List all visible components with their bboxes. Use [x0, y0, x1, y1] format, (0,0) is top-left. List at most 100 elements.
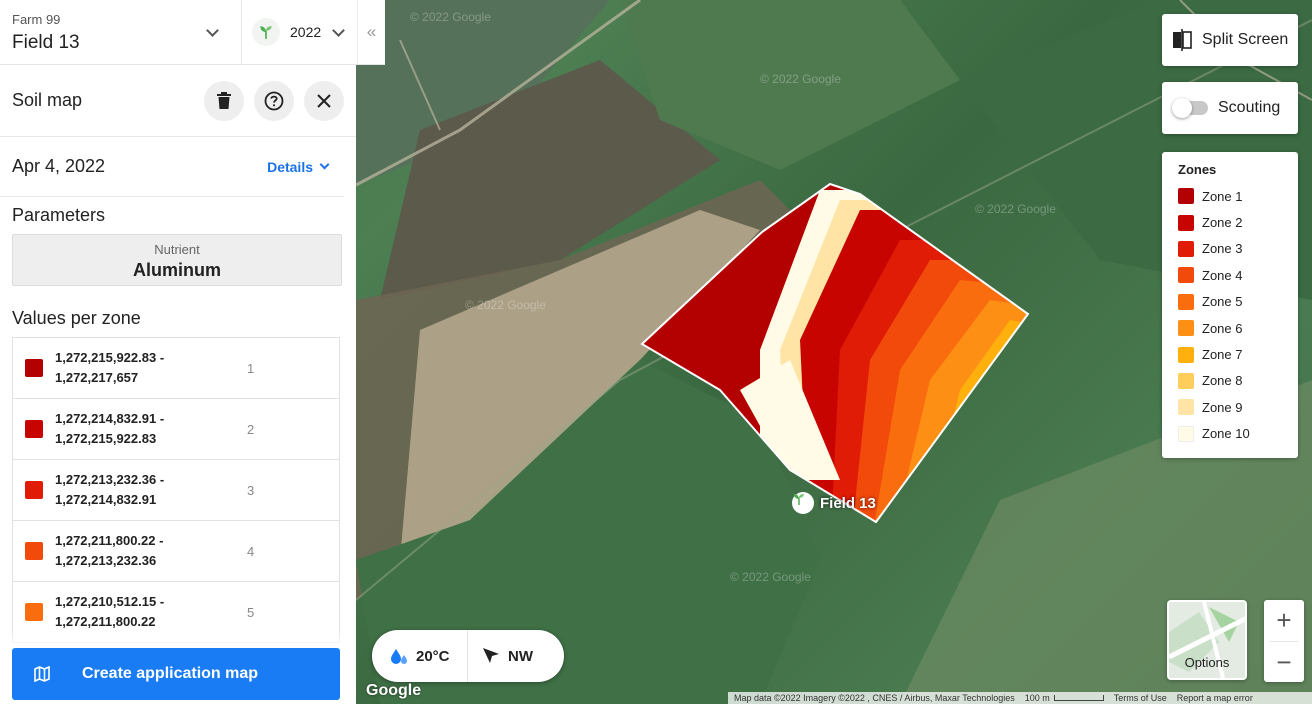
map-watermark: © 2022 Google [410, 10, 491, 24]
panel-header: Soil map [0, 65, 356, 137]
legend-title: Zones [1178, 162, 1217, 177]
zone-index: 5 [247, 604, 255, 620]
toggle-knob [1172, 98, 1192, 118]
season-year: 2022 [290, 24, 322, 40]
soil-map-panel: Soil map Apr 4, 2022 Details Parameters … [0, 65, 356, 704]
split-screen-button[interactable]: Split Screen [1162, 14, 1298, 66]
legend-item: Zone 6 [1178, 315, 1282, 341]
legend-swatch [1178, 425, 1194, 442]
map-icon [34, 666, 50, 682]
zones-legend: Zones Zone 1 Zone 2 Zone 3 Zone 4 Zone 5… [1162, 152, 1298, 458]
zone-index: 1 [247, 360, 255, 376]
close-button[interactable] [304, 80, 344, 121]
sprout-icon [252, 18, 280, 46]
zone-range: 1,272,213,232.36 -1,272,214,832.91 [55, 472, 165, 507]
minus-icon: − [1276, 647, 1292, 677]
zoom-in-button[interactable]: + [1264, 600, 1304, 641]
details-toggle[interactable]: Details [267, 158, 330, 175]
zone-row: 1,272,213,232.36 -1,272,214,832.91 3 [13, 460, 339, 521]
create-application-map-button[interactable]: Create application map [12, 648, 340, 700]
report-map-error-link[interactable]: Report a map error [1177, 693, 1253, 703]
help-button[interactable] [254, 80, 294, 121]
chevron-down-icon [319, 159, 330, 170]
legend-swatch [1178, 399, 1194, 416]
field-name: Field 13 [12, 32, 80, 53]
legend-swatch [1178, 293, 1194, 310]
map-watermark: © 2022 Google [465, 298, 546, 312]
legend-item: Zone 5 [1178, 289, 1282, 315]
scouting-toggle[interactable]: Scouting [1162, 82, 1298, 134]
zone-range: 1,272,215,922.83 -1,272,217,657 [55, 350, 165, 385]
legend-item: Zone 7 [1178, 341, 1282, 367]
zone-range: 1,272,210,512.15 -1,272,211,800.22 [55, 594, 165, 629]
nutrient-selector[interactable]: Nutrient Aluminum [12, 234, 342, 286]
map-watermark: © 2022 Google [975, 202, 1056, 216]
delete-button[interactable] [204, 80, 244, 121]
double-chevron-left-icon: « [366, 22, 377, 41]
zoom-controls: + − [1264, 600, 1304, 682]
parameters-heading: Parameters [12, 205, 106, 225]
zone-index: 3 [247, 482, 255, 498]
zone-index: 2 [247, 421, 255, 437]
zone-values-list: 1,272,215,922.83 -1,272,217,657 1 1,272,… [12, 337, 340, 643]
zone-range: 1,272,211,800.22 -1,272,213,232.36 [55, 533, 164, 568]
wind-direction: NW [508, 647, 533, 665]
map-date-row: Apr 4, 2022 Details [0, 137, 344, 197]
legend-item: Zone 2 [1178, 209, 1282, 235]
details-label: Details [267, 158, 313, 175]
split-screen-icon [1173, 29, 1192, 51]
legend-swatch [1178, 320, 1194, 337]
plus-icon: + [1276, 605, 1292, 635]
weather-widget[interactable]: 20°C NW [372, 630, 564, 682]
google-logo: Google [366, 682, 422, 699]
terms-link[interactable]: Terms of Use [1114, 693, 1167, 703]
sprout-icon [792, 492, 814, 514]
map-watermark: © 2022 Google [730, 570, 811, 584]
legend-swatch [1178, 267, 1194, 284]
zone-color-swatch [25, 420, 43, 438]
temperature: 20°C [372, 630, 468, 682]
droplets-icon [391, 649, 407, 664]
scale: 100 m [1025, 693, 1104, 703]
map-options-button[interactable]: Options [1167, 600, 1247, 680]
wind: NW [468, 647, 533, 665]
zone-range: 1,272,214,832.91 -1,272,215,922.83 [55, 411, 165, 446]
create-application-map-label: Create application map [82, 665, 259, 682]
zone-color-swatch [25, 359, 43, 377]
scale-bar [1053, 695, 1104, 701]
legend-item: Zone 3 [1178, 236, 1282, 262]
field-label[interactable]: Field 13 [792, 492, 876, 514]
map-attribution: Map data ©2022 Imagery ©2022 , CNES / Ai… [728, 692, 1312, 704]
legend-swatch [1178, 346, 1194, 363]
field-label-text: Field 13 [820, 494, 876, 512]
farm-field-selector[interactable]: Farm 99 Field 13 [0, 0, 242, 64]
zone-row: 1,272,211,800.22 -1,272,213,232.36 4 [13, 521, 339, 582]
trash-icon [217, 91, 231, 109]
toggle-switch[interactable] [1172, 98, 1208, 118]
navigation-arrow-icon [483, 648, 499, 663]
map-data-credit: Map data ©2022 Imagery ©2022 , CNES / Ai… [734, 693, 1015, 703]
farm-name: Farm 99 [12, 12, 61, 27]
scroll-fade [0, 630, 356, 648]
zoom-out-button[interactable]: − [1264, 642, 1304, 683]
legend-item: Zone 9 [1178, 394, 1282, 420]
options-label: Options [1184, 655, 1230, 670]
map-watermark: © 2022 Google [760, 72, 841, 86]
season-selector[interactable]: 2022 [242, 0, 357, 64]
collapse-panel-button[interactable]: « [357, 0, 385, 64]
temperature-value: 20°C [416, 647, 450, 665]
zone-row: 1,272,214,832.91 -1,272,215,922.83 2 [13, 399, 339, 460]
chevron-down-icon [332, 24, 345, 37]
legend-swatch [1178, 372, 1194, 389]
legend-item: Zone 10 [1178, 421, 1282, 447]
zone-index: 4 [247, 543, 255, 559]
close-icon [317, 93, 331, 108]
nutrient-value: Aluminum [133, 260, 221, 280]
legend-swatch [1178, 188, 1194, 205]
zone-color-swatch [25, 542, 43, 560]
legend-item: Zone 4 [1178, 262, 1282, 288]
map-date: Apr 4, 2022 [12, 156, 106, 176]
scouting-label: Scouting [1218, 99, 1281, 116]
panel-title: Soil map [12, 90, 83, 110]
top-header: Farm 99 Field 13 2022 « [0, 0, 385, 65]
